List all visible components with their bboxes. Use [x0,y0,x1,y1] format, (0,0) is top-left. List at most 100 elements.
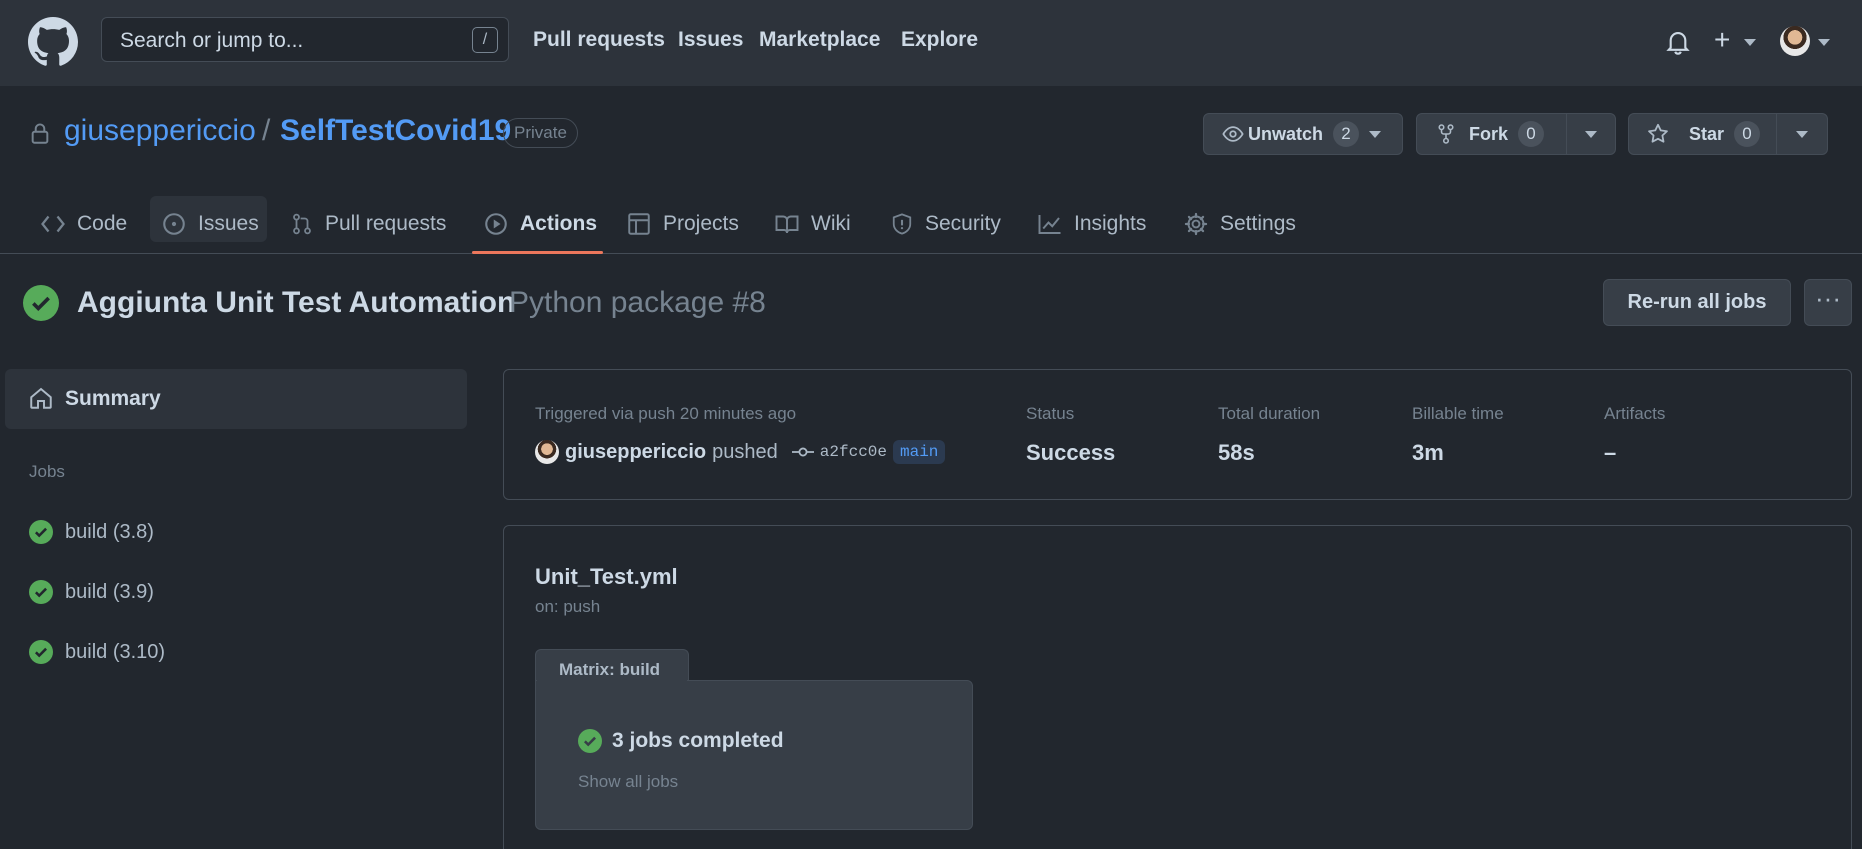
sidebar-item-summary[interactable]: Summary [5,369,467,429]
watch-count: 2 [1333,121,1360,147]
push-action-text: pushed [712,440,778,463]
jobs-completed-label: 3 jobs completed [612,729,784,752]
tab-projects[interactable]: Projects [627,195,739,253]
code-icon [41,215,65,233]
shield-icon [892,213,912,235]
job-success-check-icon [29,640,53,664]
unwatch-button[interactable]: Unwatch 2 [1204,114,1404,154]
job-label: build (3.9) [65,580,154,603]
jobs-completed-status: 3 jobs completed [578,729,784,753]
repo-name-link[interactable]: SelfTestCovid19 [280,114,511,148]
sidebar-job-build-3-10[interactable]: build (3.10) [29,639,165,665]
home-icon [29,386,53,410]
stat-total-duration: Total duration 58s [1218,404,1320,466]
star-button[interactable]: Star 0 [1629,114,1777,154]
search-input[interactable]: Search or jump to... / [101,17,509,62]
pusher-username[interactable]: giuseppericcio [565,441,706,464]
stat-artifacts: Artifacts – [1604,404,1665,466]
tab-code[interactable]: Code [41,195,127,253]
stat-billable-time-key: Billable time [1412,404,1504,423]
job-success-check-icon [29,520,53,544]
stat-total-duration-value: 58s [1218,440,1255,465]
star-dropdown-button[interactable] [1777,114,1827,154]
sidebar-summary-label: Summary [65,387,161,410]
repo-owner-link[interactable]: giuseppericcio [64,114,256,148]
visibility-badge: Private [503,118,578,148]
star-caret-icon [1796,131,1808,138]
issue-icon [163,213,185,235]
watch-button-group: Unwatch 2 [1203,113,1403,155]
stat-billable-time: Billable time 3m [1412,404,1504,466]
tab-actions-label: Actions [520,212,598,235]
fork-icon [1438,124,1454,144]
create-new-plus-icon[interactable]: + [1714,26,1730,54]
stat-billable-time-value[interactable]: 3m [1412,440,1504,466]
job-success-check-icon [29,580,53,604]
tab-security[interactable]: Security [891,195,1001,253]
nav-issues[interactable]: Issues [678,28,743,52]
stat-status-value: Success [1026,440,1116,465]
nav-pull-requests[interactable]: Pull requests [533,28,665,52]
tab-code-label: Code [77,212,128,235]
global-header: Search or jump to... / Pull requests Iss… [0,0,1862,86]
lock-icon [30,122,50,144]
matrix-jobs-box[interactable]: 3 jobs completed Show all jobs [535,680,973,830]
workflow-file-name[interactable]: Unit_Test.yml [535,564,678,590]
notifications-bell-icon[interactable] [1665,28,1691,56]
trigger-info: Triggered via push 20 minutes ago [535,404,797,423]
completed-check-icon [578,729,602,753]
user-menu-caret-icon[interactable] [1818,39,1830,46]
tab-pull-requests[interactable]: Pull requests [291,195,446,253]
tab-wiki[interactable]: Wiki [775,195,851,253]
stat-artifacts-value: – [1604,440,1617,465]
tab-settings[interactable]: Settings [1184,195,1296,253]
more-options-kebab-icon[interactable]: ··· [1804,279,1852,326]
user-avatar[interactable] [1780,26,1810,56]
table-icon [628,213,650,235]
tab-insights[interactable]: Insights [1038,195,1146,253]
stat-total-duration-key: Total duration [1218,404,1321,423]
stat-artifacts-key: Artifacts [1604,404,1666,423]
tab-projects-label: Projects [663,212,739,235]
fork-dropdown-button[interactable] [1567,114,1615,154]
run-success-check-icon [23,285,59,321]
push-info: giuseppericcio pushed a2fcc0e main [535,440,946,464]
run-workflow-name[interactable]: Python package #8 [509,286,766,320]
jobs-heading: Jobs [29,462,65,481]
fork-caret-icon [1585,131,1597,138]
tab-pull-requests-label: Pull requests [325,212,447,235]
workflow-graph-card: Unit_Test.yml on: push Matrix: build 3 j… [503,525,1852,849]
sidebar-job-build-3-8[interactable]: build (3.8) [29,519,154,545]
eye-icon [1222,126,1244,142]
commit-sha-link[interactable]: a2fcc0e [820,443,887,461]
rerun-all-jobs-button[interactable]: Re-run all jobs [1603,279,1791,326]
tab-issues[interactable]: Issues [162,195,259,253]
create-menu-caret-icon[interactable] [1744,39,1756,46]
fork-button[interactable]: Fork 0 [1417,114,1567,154]
fork-button-group: Fork 0 [1416,113,1616,155]
play-icon [485,213,507,235]
tab-issues-label: Issues [198,212,259,235]
nav-marketplace[interactable]: Marketplace [759,28,880,52]
branch-label[interactable]: main [893,440,946,464]
stat-status-key: Status [1026,404,1075,423]
nav-explore[interactable]: Explore [901,28,978,52]
star-count: 0 [1734,121,1761,147]
pusher-avatar[interactable] [535,440,559,464]
show-all-jobs-link[interactable]: Show all jobs [578,772,678,792]
star-label: Star [1689,123,1725,144]
run-summary-card: Triggered via push 20 minutes ago giusep… [503,369,1852,500]
matrix-tab-joint [537,676,687,684]
book-icon [775,215,799,234]
search-placeholder: Search or jump to... [120,29,304,52]
sidebar-job-build-3-9[interactable]: build (3.9) [29,579,154,605]
tab-wiki-label: Wiki [811,212,851,235]
run-title: Aggiunta Unit Test Automation [77,286,516,319]
active-tab-indicator [472,251,603,254]
pull-request-icon [293,213,311,235]
job-label: build (3.10) [65,640,166,663]
unwatch-label: Unwatch [1248,123,1324,144]
github-logo-icon[interactable] [28,17,78,67]
tab-actions[interactable]: Actions [484,195,597,253]
tab-security-label: Security [925,212,1001,235]
